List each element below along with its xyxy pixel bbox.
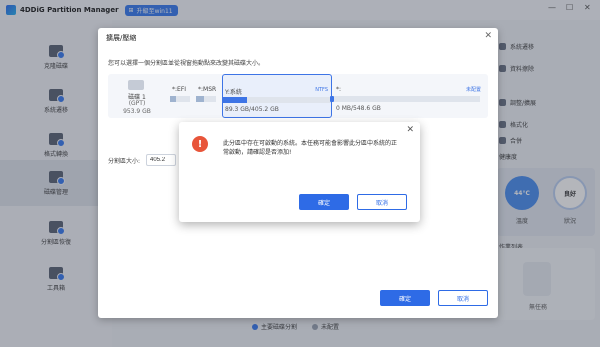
partition-capacity: 0 MB/548.6 GB <box>336 105 381 112</box>
partition-system[interactable]: Y:系統 NTFS 89.3 GB/405.2 GB <box>222 74 332 118</box>
alert-ok-button[interactable]: 確定 <box>299 194 349 210</box>
partition-bar <box>196 96 216 102</box>
warning-icon: ! <box>192 136 208 152</box>
partition-size-row: 分割區大小: <box>108 154 177 166</box>
partition-label: *: <box>336 86 342 93</box>
partition-label: *:MSR <box>198 86 217 93</box>
disk-size: 953.9 GB <box>123 108 151 115</box>
partition-capacity: 89.3 GB/405.2 GB <box>225 106 279 113</box>
size-label: 分割區大小: <box>108 157 141 165</box>
partition-unallocated[interactable]: *: 未配置 0 MB/548.6 GB <box>334 74 484 118</box>
partition-bar <box>170 96 190 102</box>
disk-type: (GPT) <box>128 100 146 107</box>
dialog-cancel-button[interactable]: 取消 <box>438 290 488 306</box>
partition-label: *:EFI <box>172 86 187 93</box>
alert-close-icon[interactable]: ✕ <box>406 125 414 135</box>
unallocated-tag: 未配置 <box>465 87 481 93</box>
dialog-description: 您可以選擇一個分割區並從視窗拖動點來改變其磁碟大小。 <box>108 60 265 67</box>
partition-efi[interactable]: *:EFI <box>170 74 194 118</box>
filesystem-tag: NTFS <box>315 87 328 93</box>
button-label: 確定 <box>398 295 411 303</box>
button-label: 確定 <box>317 199 330 207</box>
partition-size-input[interactable] <box>146 154 177 166</box>
bootable-warning-alert: ✕ ! 此分區中存在可啟動的系統。本任務可能會影響此分區中系統的正常啟動，請確認… <box>179 122 420 222</box>
dialog-close-icon[interactable]: ✕ <box>484 31 492 41</box>
dialog-ok-button[interactable]: 確定 <box>380 290 430 306</box>
partition-msr[interactable]: *:MSR <box>196 74 220 118</box>
button-label: 取消 <box>375 199 388 207</box>
partition-label: Y:系統 <box>225 89 242 96</box>
disk-icon <box>128 80 144 90</box>
alert-message: 此分區中存在可啟動的系統。本任務可能會影響此分區中系統的正常啟動，請確認是否添加… <box>223 140 398 156</box>
partition-bar <box>223 97 331 103</box>
button-label: 取消 <box>456 295 469 303</box>
alert-cancel-button[interactable]: 取消 <box>357 194 407 210</box>
dialog-title: 擴展/壓縮 <box>106 34 137 42</box>
disk-map: 磁碟 1 (GPT) 953.9 GB *:EFI *:MSR Y:系統 NTF… <box>108 74 488 118</box>
partition-bar <box>334 96 480 102</box>
